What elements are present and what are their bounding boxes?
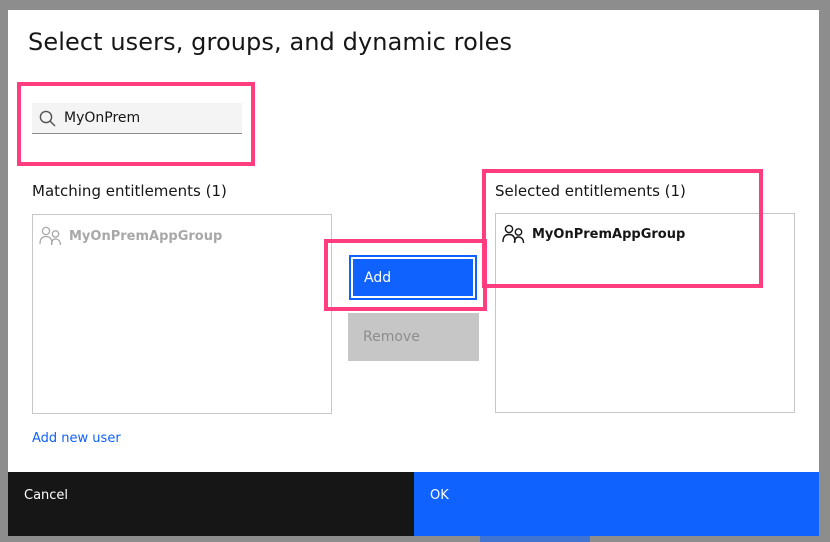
list-item-label: MyOnPremAppGroup — [69, 228, 223, 244]
list-item[interactable]: MyOnPremAppGroup — [502, 224, 685, 244]
search-input[interactable] — [64, 103, 234, 133]
selected-entitlements-heading: Selected entitlements (1) — [495, 182, 686, 200]
user-group-icon — [502, 224, 525, 244]
selected-entitlements-list[interactable]: MyOnPremAppGroup — [495, 213, 795, 413]
search-field[interactable] — [32, 103, 242, 134]
add-new-user-link[interactable]: Add new user — [32, 431, 121, 446]
cancel-button[interactable]: Cancel — [8, 472, 414, 536]
list-item-label: MyOnPremAppGroup — [532, 226, 686, 242]
search-icon — [39, 110, 56, 127]
matching-entitlements-heading: Matching entitlements (1) — [32, 182, 227, 200]
ok-button[interactable]: OK — [414, 472, 819, 536]
list-item[interactable]: MyOnPremAppGroup — [39, 226, 222, 246]
remove-button[interactable]: Remove — [348, 313, 479, 361]
dialog-title: Select users, groups, and dynamic roles — [28, 28, 513, 56]
user-group-icon — [39, 226, 62, 246]
matching-entitlements-list[interactable]: MyOnPremAppGroup — [32, 214, 332, 414]
entitlements-dialog: Select users, groups, and dynamic roles … — [8, 10, 819, 536]
add-button[interactable]: Add — [349, 255, 477, 300]
